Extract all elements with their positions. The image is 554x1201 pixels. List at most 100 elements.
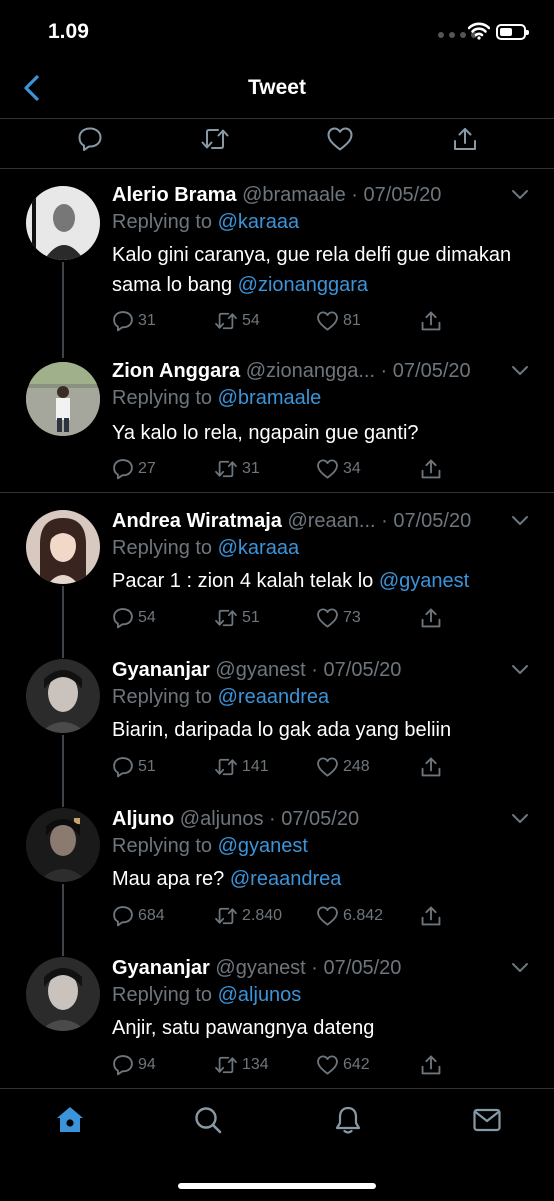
retweet-action[interactable]: 134 xyxy=(214,1054,269,1076)
retweet-action[interactable]: 31 xyxy=(214,458,260,480)
chevron-down-icon[interactable] xyxy=(510,514,530,528)
status-bar: 1.09 xyxy=(0,0,554,64)
author-name[interactable]: Zion Anggara xyxy=(112,360,240,382)
tweet-actions: 27 31 34 xyxy=(112,458,442,482)
thread-divider xyxy=(0,492,554,493)
retweet-action[interactable]: 51 xyxy=(214,607,260,629)
like-action[interactable]: 6.842 xyxy=(316,905,383,927)
reply-mention[interactable]: @karaaa xyxy=(218,211,299,233)
reply-mention[interactable]: @reaandrea xyxy=(218,686,329,708)
tweet-actions: 684 2.840 6.842 xyxy=(112,905,442,929)
chevron-down-icon[interactable] xyxy=(510,364,530,378)
author-name[interactable]: Andrea Wiratmaja xyxy=(112,510,282,532)
share-action[interactable] xyxy=(420,458,442,480)
body-mention[interactable]: @zionanggara xyxy=(238,274,368,296)
tweet-item[interactable]: Aljuno @aljunos · 07/05/20 Replying to @… xyxy=(0,806,554,936)
author-handle: @bramaale xyxy=(242,184,346,206)
like-action[interactable]: 81 xyxy=(316,310,361,332)
share-action[interactable] xyxy=(420,310,442,332)
replying-to: Replying to @karaaa xyxy=(112,209,299,235)
reply-icon[interactable] xyxy=(77,126,103,152)
retweet-icon xyxy=(215,460,237,478)
chevron-down-icon[interactable] xyxy=(510,663,530,677)
retweet-icon xyxy=(215,1056,237,1074)
reply-icon xyxy=(113,1055,133,1076)
like-icon xyxy=(317,757,338,777)
tweet-item[interactable]: Gyananjar @gyanest · 07/05/20 Replying t… xyxy=(0,657,554,787)
tweet-item[interactable]: Andrea Wiratmaja @reaan... · 07/05/20 Re… xyxy=(0,508,554,638)
tweet-item[interactable]: Zion Anggara @zionangga... · 07/05/20 Re… xyxy=(0,358,554,488)
like-action[interactable]: 73 xyxy=(316,607,361,629)
retweet-icon[interactable] xyxy=(200,126,230,152)
author-handle: @aljunos xyxy=(179,808,264,830)
reply-action[interactable]: 54 xyxy=(112,607,156,629)
share-icon[interactable] xyxy=(452,126,478,152)
tweet-text: Mau apa re? @reaandrea xyxy=(112,864,532,894)
notifications-icon[interactable] xyxy=(333,1105,363,1135)
author-handle: @zionangga... xyxy=(245,360,375,382)
like-action[interactable]: 248 xyxy=(316,756,370,778)
retweet-count: 51 xyxy=(242,609,260,626)
avatar[interactable] xyxy=(26,186,100,260)
share-icon xyxy=(421,459,441,479)
main-tweet-actions xyxy=(0,118,554,169)
share-action[interactable] xyxy=(420,905,442,927)
avatar[interactable] xyxy=(26,510,100,584)
like-action[interactable]: 642 xyxy=(316,1054,370,1076)
home-icon[interactable] xyxy=(55,1105,85,1135)
tweet-date: 07/05/20 xyxy=(323,659,402,681)
tweet-text: Pacar 1 : zion 4 kalah telak lo @gyanest xyxy=(112,566,532,596)
avatar[interactable] xyxy=(26,957,100,1031)
author-name[interactable]: Aljuno xyxy=(112,808,174,830)
like-icon xyxy=(317,608,338,628)
reply-icon xyxy=(113,757,133,778)
reply-mention[interactable]: @karaaa xyxy=(218,537,299,559)
reply-action[interactable]: 94 xyxy=(112,1054,156,1076)
like-icon xyxy=(317,1055,338,1075)
tweet-text-content: Biarin, daripada lo gak ada yang beliin xyxy=(112,719,452,741)
retweet-action[interactable]: 2.840 xyxy=(214,905,282,927)
retweet-count: 31 xyxy=(242,460,260,477)
tweet-item[interactable]: Gyananjar @gyanest · 07/05/20 Replying t… xyxy=(0,955,554,1085)
reply-mention[interactable]: @aljunos xyxy=(218,984,302,1006)
author-handle: @gyanest xyxy=(215,957,306,979)
author-name[interactable]: Gyananjar xyxy=(112,957,210,979)
avatar[interactable] xyxy=(26,659,100,733)
tweet-text-content: Anjir, satu pawangnya dateng xyxy=(112,1017,375,1039)
tweet-item[interactable]: Alerio Brama @bramaale · 07/05/20 Replyi… xyxy=(0,182,554,342)
like-count: 248 xyxy=(343,758,370,775)
retweet-count: 141 xyxy=(242,758,269,775)
share-action[interactable] xyxy=(420,1054,442,1076)
reply-action[interactable]: 684 xyxy=(112,905,165,927)
reply-action[interactable]: 31 xyxy=(112,310,156,332)
chevron-down-icon[interactable] xyxy=(510,188,530,202)
body-mention[interactable]: @reaandrea xyxy=(230,868,341,890)
share-icon xyxy=(421,608,441,628)
reply-action[interactable]: 27 xyxy=(112,458,156,480)
avatar[interactable] xyxy=(26,808,100,882)
share-icon xyxy=(421,906,441,926)
author-name[interactable]: Gyananjar xyxy=(112,659,210,681)
share-action[interactable] xyxy=(420,756,442,778)
chevron-down-icon[interactable] xyxy=(510,961,530,975)
nav-bar: Tweet xyxy=(0,64,554,119)
tweet-actions: 31 54 81 xyxy=(112,310,442,334)
author-name[interactable]: Alerio Brama xyxy=(112,184,237,206)
body-mention[interactable]: @gyanest xyxy=(379,570,469,592)
reply-mention[interactable]: @gyanest xyxy=(218,835,308,857)
avatar[interactable] xyxy=(26,362,100,436)
retweet-icon xyxy=(215,312,237,330)
reply-mention[interactable]: @bramaale xyxy=(218,387,322,409)
search-icon[interactable] xyxy=(193,1105,223,1135)
like-icon[interactable] xyxy=(326,126,354,152)
like-action[interactable]: 34 xyxy=(316,458,361,480)
replying-to: Replying to @reaandrea xyxy=(112,684,329,710)
retweet-action[interactable]: 54 xyxy=(214,310,260,332)
share-action[interactable] xyxy=(420,607,442,629)
retweet-action[interactable]: 141 xyxy=(214,756,269,778)
replying-label: Replying to xyxy=(112,387,218,409)
messages-icon[interactable] xyxy=(472,1105,502,1135)
reply-count: 27 xyxy=(138,460,156,477)
reply-action[interactable]: 51 xyxy=(112,756,156,778)
chevron-down-icon[interactable] xyxy=(510,812,530,826)
